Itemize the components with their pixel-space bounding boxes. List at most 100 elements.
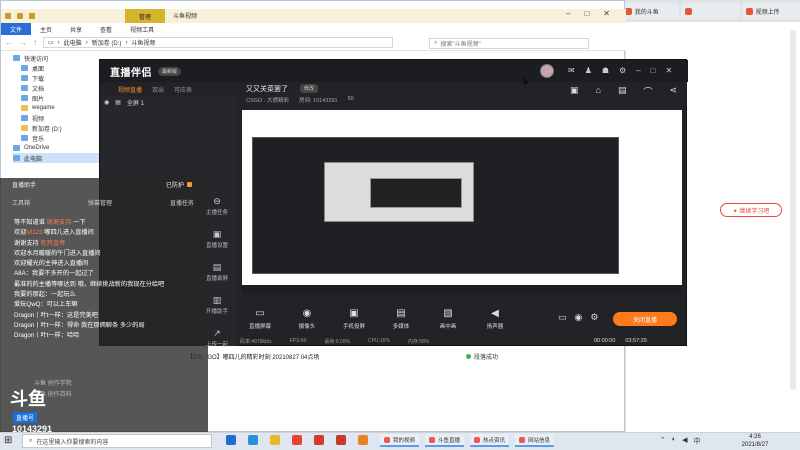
properties-icon[interactable]	[17, 13, 23, 19]
nav-item[interactable]: 音乐	[13, 133, 99, 143]
camera-icon[interactable]: ▭	[558, 312, 567, 323]
breadcrumb-item[interactable]: 新加卷 (D:)	[92, 38, 122, 47]
bell-icon[interactable]: ⌒	[643, 85, 652, 98]
source-tool-button[interactable]: ▧ 画中画	[428, 308, 468, 330]
stop-live-button[interactable]: 关闭直播	[613, 312, 677, 326]
left-tab[interactable]: 可应表	[174, 85, 192, 94]
chat-subtab[interactable]: 弹幕管理	[88, 198, 112, 207]
nav-item-label: 快速访问	[24, 56, 49, 63]
settings-icon[interactable]: ⚙	[619, 66, 626, 75]
nav-item[interactable]: 此电脑	[13, 153, 99, 163]
minimize-icon[interactable]: –	[566, 9, 570, 18]
network-icon[interactable]: ◐	[672, 436, 676, 446]
source-tool-button[interactable]: ▤ 多媒体	[381, 308, 421, 330]
source-tool-button[interactable]: ▣ 手机投屏	[334, 308, 374, 330]
live-companion-icon[interactable]	[358, 435, 368, 445]
tool-label: 手机投屏	[342, 324, 365, 330]
new-folder-icon[interactable]	[29, 13, 35, 19]
task-view-icon[interactable]	[226, 435, 236, 445]
shirt-icon[interactable]: ♟	[585, 66, 592, 75]
assistant-tool-button[interactable]: ↗ 上传一起	[206, 328, 228, 348]
share-icon[interactable]: ⋖	[669, 85, 677, 98]
chat-subtab[interactable]: 工具箱	[12, 198, 30, 207]
source-tool-button[interactable]: ◀ 扬声器	[475, 308, 515, 330]
nav-item[interactable]: OneDrive	[13, 143, 99, 153]
maximize-icon[interactable]: □	[651, 66, 656, 75]
chat-messages: 等不知道谁 谢谢支持 一下 欢迎lvl123 嘟四儿进入直播间 谢谢支持 吃鸡皇帝欢…	[14, 217, 204, 341]
manage-tab[interactable]: 管理	[125, 9, 165, 23]
chat-icon[interactable]: ▤	[618, 85, 627, 98]
taskbar-pinned-icons	[226, 435, 368, 445]
volume-icon[interactable]: ◀	[682, 436, 687, 446]
close-icon[interactable]: ✕	[666, 66, 673, 75]
taskbar-app[interactable]: 网站信息	[515, 434, 555, 447]
ribbon-tab[interactable]: 主页	[31, 23, 61, 35]
close-icon[interactable]: ✕	[603, 9, 610, 18]
ime-icon[interactable]: 中	[694, 436, 701, 446]
folder-icon[interactable]	[270, 435, 280, 445]
mail-icon[interactable]: ✉	[568, 66, 575, 75]
ribbon-tab[interactable]: 视频工具	[121, 23, 163, 35]
browser-tab[interactable]: 我的斗鱼	[620, 3, 680, 19]
netease-icon[interactable]	[314, 435, 324, 445]
avatar[interactable]	[540, 64, 554, 78]
address-bar[interactable]: ▭ › 此电脑 › 新加卷 (D:) › 斗鱼视频	[43, 37, 393, 48]
gear-icon[interactable]: ⚙	[590, 312, 598, 323]
eye-icon[interactable]: ◉	[575, 312, 583, 323]
assistant-tool-button[interactable]: ▥ 开播助手	[206, 295, 228, 315]
continue-learning-button[interactable]: ✦ 继续学习吧	[720, 203, 782, 217]
edit-title-button[interactable]: 修改	[300, 84, 319, 93]
up-arrow-icon[interactable]: ↑	[33, 38, 37, 47]
assistant-tool-button[interactable]: ▤ 直播录屏	[206, 262, 228, 282]
left-tab[interactable]: 视频直播	[118, 85, 142, 94]
quick-access-icon[interactable]	[5, 13, 11, 19]
breadcrumb-item[interactable]: 此电脑	[64, 38, 82, 47]
ribbon-tab[interactable]: 文件	[1, 23, 32, 35]
taskbar-app[interactable]: 热点资讯	[470, 434, 510, 447]
nav-item[interactable]: wegame	[13, 103, 99, 113]
browser-360-icon[interactable]	[336, 435, 346, 445]
scene-row[interactable]: ◉ ▤ 全屏 1	[104, 98, 144, 107]
taskbar-app[interactable]: 我的视频	[380, 434, 420, 447]
edge-icon[interactable]	[248, 435, 258, 445]
skin-icon[interactable]: ☗	[602, 66, 609, 75]
taskbar-app[interactable]: 斗鱼直播	[425, 434, 465, 447]
taskbar-clock[interactable]: 4:26 2021/8/27	[730, 433, 780, 449]
nav-item[interactable]: 桌面	[13, 63, 99, 73]
breadcrumb-item[interactable]: 斗鱼视频	[131, 38, 155, 47]
source-tool-button[interactable]: ▭ 直播屏幕	[240, 308, 280, 330]
room-meta-item: 房间: 10143291	[299, 98, 338, 104]
browser-tab[interactable]	[681, 3, 740, 19]
eye-icon[interactable]: ◉	[104, 99, 109, 106]
nav-item[interactable]: 图片	[13, 93, 99, 103]
assistant-tool-button[interactable]: ▣ 直播设置	[206, 229, 228, 249]
ribbon-tab[interactable]: 查看	[91, 23, 121, 35]
forward-arrow-icon[interactable]: →	[19, 38, 27, 47]
nav-item[interactable]: 下载	[13, 73, 99, 83]
back-arrow-icon[interactable]: ←	[5, 38, 13, 47]
ribbon-tab[interactable]: 共享	[61, 23, 91, 35]
nav-item[interactable]: 快速访问	[13, 53, 99, 63]
nav-item[interactable]: 新加卷 (D:)	[13, 123, 99, 133]
gift-icon[interactable]: ⌂	[596, 85, 601, 98]
record-icon[interactable]: ▣	[570, 85, 579, 98]
left-tab[interactable]: 双出	[152, 85, 164, 94]
chat-subtab[interactable]: 直播任务	[170, 198, 194, 207]
assistant-tool-icon: ▤	[212, 262, 222, 272]
maximize-icon[interactable]: □	[584, 9, 589, 18]
creator-academy-link[interactable]: 斗鱼 创作学院	[34, 378, 72, 387]
chevron-up-icon[interactable]: ⌃	[660, 436, 666, 446]
page-scrollbar[interactable]	[790, 30, 796, 390]
lock-icon[interactable]: ▤	[115, 99, 121, 106]
minimize-icon[interactable]: –	[636, 66, 640, 75]
search-input[interactable]: ⌕ 搜索"斗鱼视频"	[429, 38, 589, 49]
nav-item[interactable]: 文档	[13, 83, 99, 93]
taskbar-search-input[interactable]: ⌕ 在这里输入你要搜索的内容	[22, 434, 212, 448]
douyu-app-icon[interactable]	[292, 435, 302, 445]
browser-tab[interactable]: 视频上传	[741, 3, 800, 19]
source-tool-button[interactable]: ◉ 摄像头	[287, 308, 327, 330]
nav-item[interactable]: 视频	[13, 113, 99, 123]
assistant-tool-button[interactable]: ⊖ 主播任务	[206, 196, 228, 216]
windows-start-icon[interactable]: ⊞	[4, 435, 12, 446]
tool-icon: ▣	[349, 308, 359, 319]
